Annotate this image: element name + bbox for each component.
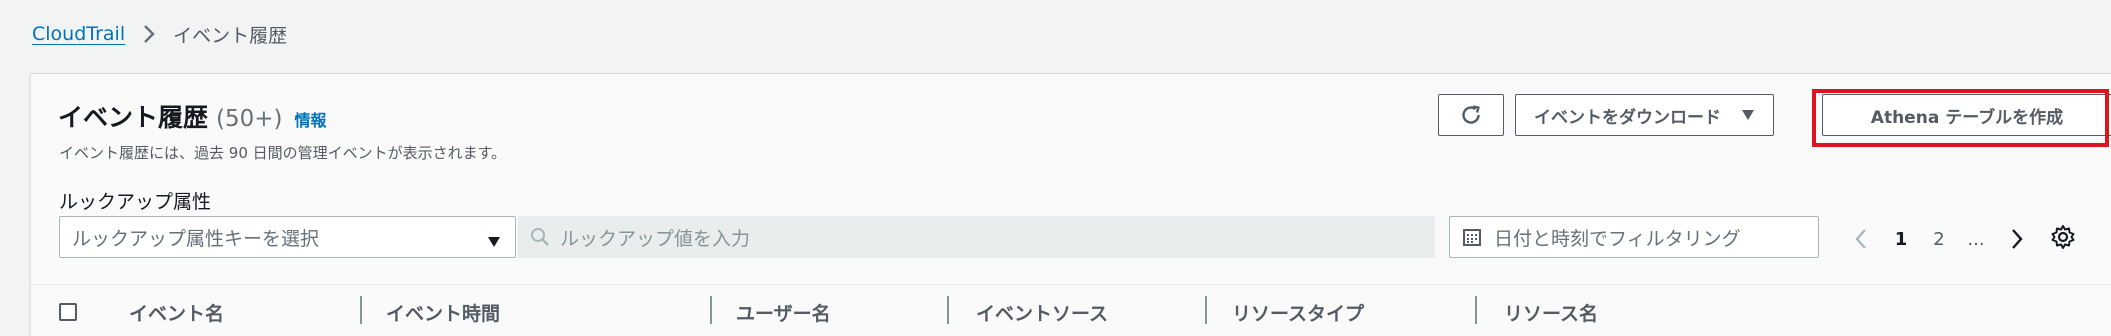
column-resource-type[interactable]: リソースタイプ [1232,299,1364,326]
create-athena-table-label: Athena テーブルを作成 [1870,107,2064,128]
column-event-time[interactable]: イベント時間 [386,299,500,326]
column-event-source[interactable]: イベントソース [976,299,1108,326]
lookup-value-placeholder: ルックアップ値を入力 [560,227,751,250]
info-link[interactable]: 情報 [295,107,327,131]
download-events-button[interactable]: イベントをダウンロード [1515,94,1774,136]
create-athena-table-button[interactable]: Athena テーブルを作成 [1822,94,2111,136]
date-range-filter[interactable]: 日付と時刻でフィルタリング [1449,216,1819,258]
column-event-name[interactable]: イベント名 [129,299,224,326]
lookup-attribute-label: ルックアップ属性 [59,191,212,213]
page-description: イベント履歴には、過去 90 日間の管理イベントが表示されます。 [59,144,507,162]
download-events-label: イベントをダウンロード [1534,107,1721,128]
column-divider [360,296,362,324]
event-count: (50+) [216,106,283,132]
breadcrumb-cloudtrail-link[interactable]: CloudTrail [32,23,125,45]
gear-icon[interactable] [2050,224,2076,254]
page-ellipsis: ... [1967,228,1985,250]
breadcrumb: CloudTrail イベント履歴 [32,20,287,48]
page-title-row: イベント履歴 (50+) 情報 [58,98,327,138]
refresh-button[interactable] [1438,94,1504,136]
column-divider [947,296,949,324]
page-1-button[interactable]: 1 [1893,224,1909,254]
lookup-attribute-placeholder: ルックアップ属性キーを選択 [72,227,320,250]
column-divider [1205,296,1207,324]
column-resource-name[interactable]: リソース名 [1504,299,1598,326]
chevron-right-icon [143,24,155,44]
calendar-icon [1462,227,1482,247]
refresh-icon [1459,103,1483,127]
column-user-name[interactable]: ユーザー名 [736,299,831,326]
search-icon [530,227,550,247]
page-title: イベント履歴 [58,103,209,132]
page-2-button[interactable]: 2 [1931,224,1947,254]
date-filter-placeholder: 日付と時刻でフィルタリング [1494,227,1741,250]
breadcrumb-current: イベント履歴 [173,24,288,47]
caret-down-icon [487,231,501,253]
caret-down-icon [1741,109,1755,121]
column-divider [710,296,712,324]
pagination: 1 2 ... [1851,224,2041,254]
column-divider [1475,296,1477,324]
next-page-icon[interactable] [2007,224,2027,254]
previous-page-icon[interactable] [1851,224,1871,254]
lookup-attribute-select[interactable]: ルックアップ属性キーを選択 [59,216,516,258]
select-all-checkbox[interactable] [59,303,77,321]
event-history-panel: イベント履歴 (50+) 情報 イベント履歴には、過去 90 日間の管理イベント… [30,73,2111,336]
lookup-value-input[interactable]: ルックアップ値を入力 [518,216,1435,258]
